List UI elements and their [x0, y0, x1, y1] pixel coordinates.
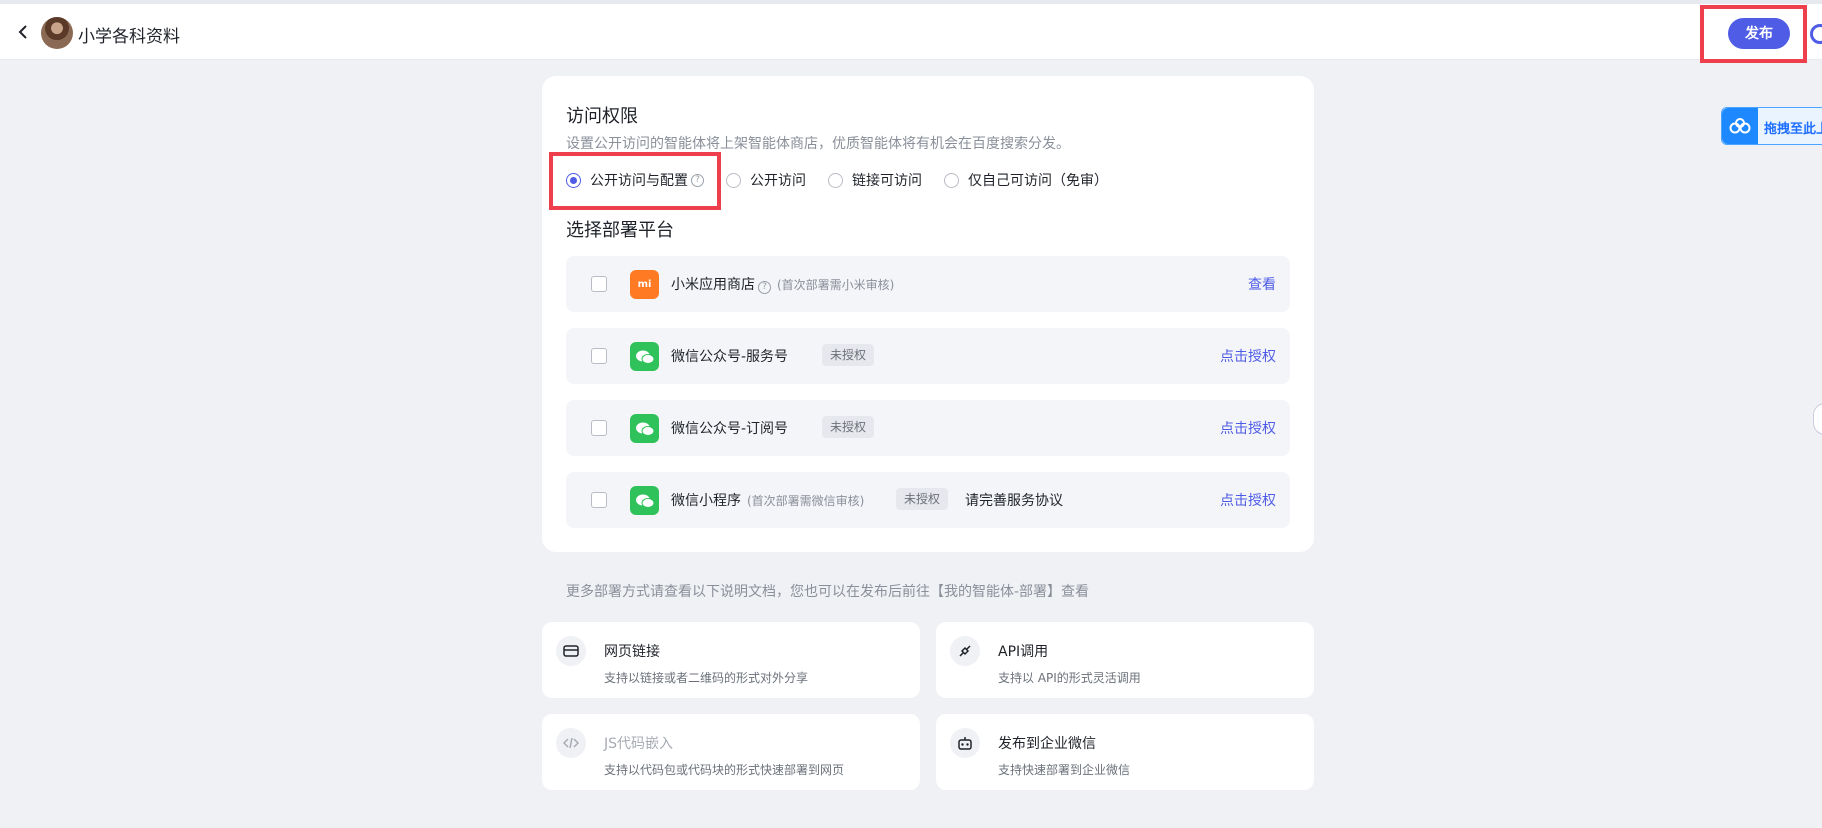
authorize-link[interactable]: 点击授权	[1220, 346, 1276, 366]
app-title: 小学各科资料	[78, 27, 180, 47]
header-bar: 小学各科资料 发布	[0, 4, 1822, 60]
help-circle-icon[interactable]	[1810, 24, 1822, 44]
radio-label: 链接可访问	[852, 173, 922, 189]
unauthorized-badge: 未授权	[822, 416, 875, 438]
authorize-link[interactable]: 点击授权	[1220, 418, 1276, 438]
platform-row-wechat-miniprogram: 微信小程序 (首次部署需微信审核) 未授权 请完善服务协议 点击授权	[566, 472, 1290, 528]
platform-note: (首次部署需微信审核)	[747, 494, 865, 508]
deploy-card-desc: 支持以链接或者二维码的形式对外分享	[604, 671, 809, 685]
deploy-card-title: 网页链接	[604, 644, 660, 660]
service-agreement-note[interactable]: 请完善服务协议	[965, 490, 1063, 510]
question-icon[interactable]: ?	[758, 281, 771, 294]
code-icon	[556, 728, 586, 758]
highlight-publish	[1700, 5, 1807, 63]
drag-drop-label: 拖拽至此上	[1764, 122, 1822, 137]
platform-checkbox[interactable]	[591, 492, 607, 508]
platform-row-wechat-service: 微信公众号-服务号 未授权 点击授权	[566, 328, 1290, 384]
highlight-radio	[549, 152, 721, 210]
view-link[interactable]: 查看	[1248, 274, 1276, 294]
platform-row-xiaomi: mi 小米应用商店? (首次部署需小米审核) 查看	[566, 256, 1290, 312]
radio-link-access[interactable]: 链接可访问	[828, 170, 922, 190]
radio-private[interactable]: 仅自己可访问（免审）	[944, 170, 1108, 190]
platform-checkbox[interactable]	[591, 420, 607, 436]
deploy-card-desc: 支持以 API的形式灵活调用	[998, 671, 1141, 685]
plug-icon	[950, 636, 980, 666]
side-handle[interactable]	[1813, 403, 1822, 435]
card-icon	[556, 636, 586, 666]
platforms-title: 选择部署平台	[566, 220, 674, 241]
unauthorized-badge: 未授权	[896, 488, 949, 510]
radio-empty-icon	[726, 172, 741, 188]
platform-checkbox[interactable]	[591, 348, 607, 364]
chevron-left-icon	[18, 25, 27, 39]
deploy-card-title: API调用	[998, 644, 1049, 660]
authorize-link[interactable]: 点击授权	[1220, 490, 1276, 510]
deploy-card-api[interactable]: API调用 支持以 API的形式灵活调用	[936, 622, 1314, 698]
platform-name: 微信公众号-服务号	[671, 349, 789, 365]
xiaomi-icon: mi	[630, 270, 659, 299]
wechat-icon	[630, 486, 659, 515]
deploy-card-desc: 支持快速部署到企业微信	[998, 763, 1131, 777]
deploy-card-web-link[interactable]: 网页链接 支持以链接或者二维码的形式对外分享	[542, 622, 920, 698]
access-description: 设置公开访问的智能体将上架智能体商店，优质智能体将有机会在百度搜索分发。	[566, 136, 1070, 152]
deploy-card-js-embed[interactable]: JS代码嵌入 支持以代码包或代码块的形式快速部署到网页	[542, 714, 920, 790]
radio-public[interactable]: 公开访问	[726, 170, 806, 190]
radio-label: 公开访问	[750, 173, 806, 189]
wechat-icon	[630, 414, 659, 443]
deploy-card-title: 发布到企业微信	[998, 736, 1096, 752]
access-title: 访问权限	[566, 106, 638, 127]
drag-drop-widget[interactable]: 拖拽至此上	[1721, 107, 1822, 145]
platform-note: (首次部署需小米审核)	[777, 278, 895, 292]
settings-card: 访问权限 设置公开访问的智能体将上架智能体商店，优质智能体将有机会在百度搜索分发…	[542, 76, 1314, 552]
platform-checkbox[interactable]	[591, 276, 607, 292]
platform-row-wechat-subscription: 微信公众号-订阅号 未授权 点击授权	[566, 400, 1290, 456]
radio-empty-icon	[828, 172, 843, 188]
more-deploy-description: 更多部署方式请查看以下说明文档，您也可以在发布后前往【我的智能体-部署】查看	[566, 584, 1090, 600]
robot-icon	[950, 728, 980, 758]
platform-name: 小米应用商店? (首次部署需小米审核)	[671, 277, 895, 294]
platform-name: 微信小程序 (首次部署需微信审核)	[671, 493, 865, 509]
deploy-card-title: JS代码嵌入	[604, 736, 674, 752]
cloud-drive-icon	[1722, 108, 1758, 144]
deploy-card-wecom[interactable]: 发布到企业微信 支持快速部署到企业微信	[936, 714, 1314, 790]
radio-empty-icon	[944, 172, 959, 188]
deploy-card-desc: 支持以代码包或代码块的形式快速部署到网页	[604, 763, 845, 777]
avatar[interactable]	[41, 17, 73, 49]
back-button[interactable]	[12, 18, 36, 46]
radio-label: 仅自己可访问（免审）	[968, 173, 1108, 189]
wechat-icon	[630, 342, 659, 371]
unauthorized-badge: 未授权	[822, 344, 875, 366]
platform-name: 微信公众号-订阅号	[671, 421, 789, 437]
